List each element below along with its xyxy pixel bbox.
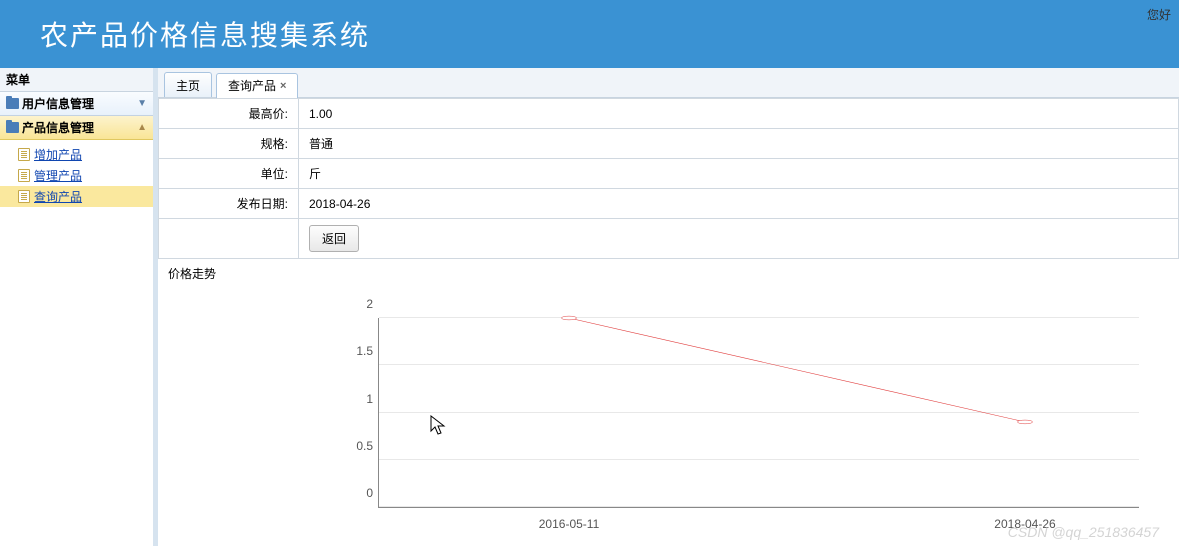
file-icon bbox=[18, 148, 30, 161]
sidebar-panel-product-title: 产品信息管理 bbox=[6, 119, 94, 136]
sidebar-items: 增加产品 管理产品 查询产品 bbox=[0, 140, 153, 211]
tab-query-product[interactable]: 查询产品 × bbox=[216, 73, 298, 98]
chart-line-svg bbox=[379, 318, 1139, 507]
y-tick: 1.5 bbox=[339, 344, 373, 358]
tab-home[interactable]: 主页 bbox=[164, 72, 212, 97]
chevron-down-icon: ▼ bbox=[137, 98, 147, 109]
sidebar-menu-label: 菜单 bbox=[0, 68, 153, 92]
back-button[interactable]: 返回 bbox=[309, 225, 359, 252]
file-icon bbox=[18, 169, 30, 182]
chart-title: 价格走势 bbox=[158, 259, 1179, 288]
sidebar-item-label: 增加产品 bbox=[34, 146, 82, 163]
panel-label: 产品信息管理 bbox=[22, 119, 94, 136]
detail-value: 2018-04-26 bbox=[299, 189, 1179, 219]
price-chart: 0 0.5 1 1.5 2 2016-05-11 2018-04-26 bbox=[238, 318, 1139, 546]
x-tick: 2016-05-11 bbox=[539, 517, 600, 531]
detail-label: 单位: bbox=[159, 159, 299, 189]
tab-label: 主页 bbox=[176, 77, 200, 94]
sidebar-item-label: 管理产品 bbox=[34, 167, 82, 184]
main-layout: 菜单 用户信息管理 ▼ 产品信息管理 ▲ 增加产品 管理产品 bbox=[0, 68, 1179, 546]
table-row: 单位: 斤 bbox=[159, 159, 1179, 189]
tab-label: 查询产品 bbox=[228, 77, 276, 94]
table-row: 发布日期: 2018-04-26 bbox=[159, 189, 1179, 219]
sidebar-item-query-product[interactable]: 查询产品 bbox=[0, 186, 153, 207]
sidebar-panel-user[interactable]: 用户信息管理 ▼ bbox=[0, 92, 153, 116]
data-line bbox=[569, 318, 1025, 422]
panel-label: 用户信息管理 bbox=[22, 95, 94, 112]
chevron-up-icon: ▲ bbox=[137, 122, 147, 133]
detail-table: 最高价: 1.00 规格: 普通 单位: 斤 发布日期: 2018-04-26 bbox=[158, 98, 1179, 259]
detail-label: 发布日期: bbox=[159, 189, 299, 219]
detail-value: 1.00 bbox=[299, 99, 1179, 129]
app-title: 农产品价格信息搜集系统 bbox=[40, 14, 370, 54]
sidebar-item-add-product[interactable]: 增加产品 bbox=[0, 144, 153, 165]
content-body: 最高价: 1.00 规格: 普通 单位: 斤 发布日期: 2018-04-26 bbox=[158, 98, 1179, 546]
detail-label: 最高价: bbox=[159, 99, 299, 129]
data-point bbox=[561, 316, 576, 320]
detail-value: 斤 bbox=[299, 159, 1179, 189]
table-row: 规格: 普通 bbox=[159, 129, 1179, 159]
detail-value: 普通 bbox=[299, 129, 1179, 159]
app-header: 农产品价格信息搜集系统 您好 bbox=[0, 0, 1179, 68]
sidebar-panel-product[interactable]: 产品信息管理 ▲ bbox=[0, 116, 153, 140]
chart-plot-area: 0 0.5 1 1.5 2 2016-05-11 2018-04-26 bbox=[378, 318, 1139, 508]
sidebar-item-manage-product[interactable]: 管理产品 bbox=[0, 165, 153, 186]
y-tick: 2 bbox=[339, 297, 373, 311]
sidebar-panel-user-title: 用户信息管理 bbox=[6, 95, 94, 112]
detail-label-empty bbox=[159, 219, 299, 259]
tab-bar: 主页 查询产品 × bbox=[158, 68, 1179, 98]
greeting-text: 您好 bbox=[1147, 6, 1171, 23]
detail-label: 规格: bbox=[159, 129, 299, 159]
sidebar: 菜单 用户信息管理 ▼ 产品信息管理 ▲ 增加产品 管理产品 bbox=[0, 68, 158, 546]
folder-icon bbox=[6, 122, 19, 133]
watermark: CSDN @qq_251836457 bbox=[1008, 524, 1159, 540]
content-area: 主页 查询产品 × 最高价: 1.00 规格: 普通 单位: 斤 bbox=[158, 68, 1179, 546]
y-tick: 0.5 bbox=[339, 439, 373, 453]
data-point bbox=[1017, 420, 1032, 424]
close-icon[interactable]: × bbox=[280, 80, 286, 92]
y-tick: 0 bbox=[339, 486, 373, 500]
folder-icon bbox=[6, 98, 19, 109]
detail-action-cell: 返回 bbox=[299, 219, 1179, 259]
file-icon bbox=[18, 190, 30, 203]
table-row: 返回 bbox=[159, 219, 1179, 259]
y-tick: 1 bbox=[339, 392, 373, 406]
table-row: 最高价: 1.00 bbox=[159, 99, 1179, 129]
sidebar-item-label: 查询产品 bbox=[34, 188, 82, 205]
